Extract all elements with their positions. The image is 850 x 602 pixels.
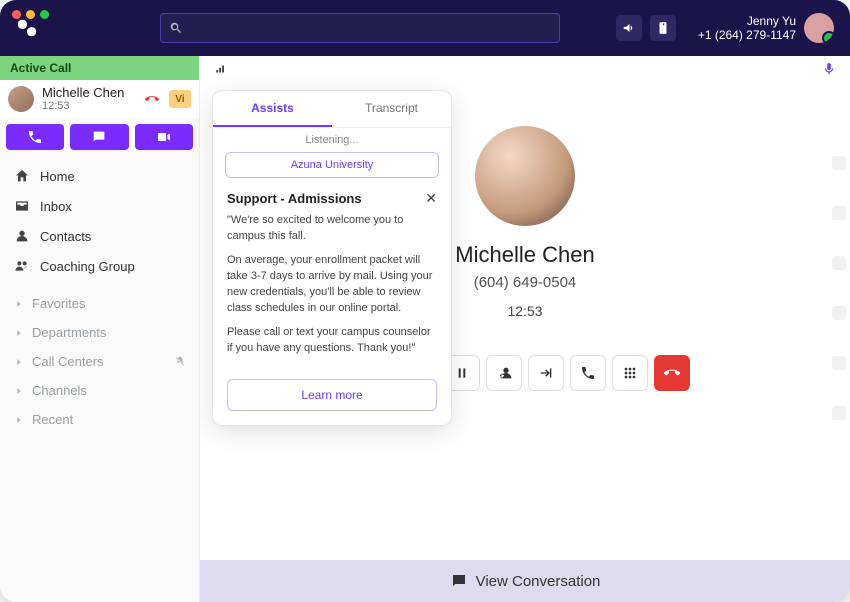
inbox-icon — [14, 198, 30, 214]
search-field[interactable] — [189, 21, 551, 36]
view-conversation-label: View Conversation — [476, 573, 601, 590]
contact-name: Michelle Chen — [455, 242, 594, 268]
bell-off-icon — [175, 354, 185, 369]
nav-label: Contacts — [40, 229, 91, 244]
nav-label: Home — [40, 169, 75, 184]
video-icon — [156, 129, 172, 145]
current-user-phone: +1 (264) 279-1147 — [698, 28, 796, 42]
home-icon — [14, 168, 30, 184]
megaphone-icon — [622, 21, 636, 35]
transfer-icon — [580, 365, 596, 381]
active-call-timer: 12:53 — [42, 100, 135, 112]
main-panel: Assists Transcript Listening... Azuna Un… — [200, 56, 850, 602]
add-participant-button[interactable] — [486, 355, 522, 391]
assist-card-body: "We're so excited to welcome you to camp… — [213, 207, 451, 371]
new-message-button[interactable] — [70, 124, 128, 150]
current-user-avatar[interactable] — [804, 13, 834, 43]
clipboard-icon — [656, 21, 670, 35]
hangup-icon — [145, 92, 159, 106]
group-call-centers[interactable]: Call Centers — [6, 348, 193, 375]
active-call-row[interactable]: Michelle Chen 12:53 Vi — [0, 80, 199, 118]
group-label: Recent — [32, 412, 73, 427]
assist-listening-status: Listening... — [213, 134, 451, 146]
topbar: Jenny Yu +1 (264) 279-1147 — [0, 0, 850, 56]
app-logo-icon — [16, 17, 38, 39]
active-call-avatar — [8, 86, 34, 112]
assist-paragraph: Please call or text your campus counselo… — [227, 325, 437, 357]
right-rail-placeholders — [832, 156, 846, 420]
hangup-button[interactable] — [654, 355, 690, 391]
group-label: Call Centers — [32, 354, 104, 369]
announcements-button[interactable] — [616, 15, 642, 41]
assist-panel: Assists Transcript Listening... Azuna Un… — [212, 90, 452, 426]
window-traffic-lights — [4, 4, 49, 14]
assist-paragraph: "We're so excited to welcome you to camp… — [227, 213, 437, 245]
assist-card-title: Support - Admissions — [227, 191, 425, 206]
tab-transcript[interactable]: Transcript — [332, 91, 451, 127]
nav-inbox[interactable]: Inbox — [6, 192, 193, 220]
active-call-header: Active Call — [0, 56, 199, 80]
active-call-hangup-mini[interactable] — [143, 90, 161, 108]
nav-coaching-group[interactable]: Coaching Group — [6, 252, 193, 280]
voice-intelligence-badge[interactable]: Vi — [169, 90, 191, 108]
new-video-button[interactable] — [135, 124, 193, 150]
hangup-icon — [664, 365, 680, 381]
nav-contacts[interactable]: Contacts — [6, 222, 193, 250]
contacts-icon — [14, 228, 30, 244]
chevron-right-icon — [14, 357, 24, 367]
conversation-icon — [450, 572, 468, 590]
merge-icon — [538, 365, 554, 381]
assist-learn-more[interactable]: Learn more — [227, 379, 437, 411]
chevron-right-icon — [14, 299, 24, 309]
sidebar: Active Call Michelle Chen 12:53 Vi Home — [0, 56, 200, 602]
group-recent[interactable]: Recent — [6, 406, 193, 433]
merge-button[interactable] — [528, 355, 564, 391]
transfer-button[interactable] — [570, 355, 606, 391]
nav-label: Coaching Group — [40, 259, 135, 274]
nav-label: Inbox — [40, 199, 72, 214]
chevron-right-icon — [14, 415, 24, 425]
phone-icon — [27, 129, 43, 145]
tab-assists[interactable]: Assists — [213, 91, 332, 127]
group-label: Channels — [32, 383, 87, 398]
pause-icon — [454, 365, 470, 381]
group-departments[interactable]: Departments — [6, 319, 193, 346]
assist-card-close[interactable]: ✕ — [425, 190, 437, 207]
contact-phone: (604) 649-0504 — [474, 274, 577, 291]
search-icon — [169, 21, 183, 35]
dialpad-icon — [622, 365, 638, 381]
chevron-right-icon — [14, 386, 24, 396]
contact-avatar — [475, 126, 575, 226]
chat-icon — [91, 129, 107, 145]
search-input[interactable] — [160, 13, 560, 43]
chevron-right-icon — [14, 328, 24, 338]
new-call-button[interactable] — [6, 124, 64, 150]
voice-ai-toggle[interactable] — [822, 62, 836, 81]
view-conversation-bar[interactable]: View Conversation — [200, 560, 850, 602]
current-user-name: Jenny Yu — [698, 14, 796, 28]
call-timer: 12:53 — [507, 303, 542, 319]
current-user[interactable]: Jenny Yu +1 (264) 279-1147 — [698, 13, 834, 43]
nav-home[interactable]: Home — [6, 162, 193, 190]
signal-icon — [214, 62, 228, 81]
microphone-icon — [822, 62, 836, 76]
group-label: Favorites — [32, 296, 85, 311]
group-label: Departments — [32, 325, 106, 340]
notes-button[interactable] — [650, 15, 676, 41]
person-add-icon — [496, 365, 512, 381]
group-channels[interactable]: Channels — [6, 377, 193, 404]
dialpad-button[interactable] — [612, 355, 648, 391]
group-icon — [14, 258, 30, 274]
group-favorites[interactable]: Favorites — [6, 290, 193, 317]
assist-context-pill[interactable]: Azuna University — [225, 152, 439, 178]
assist-paragraph: On average, your enrollment packet will … — [227, 253, 437, 317]
active-call-name: Michelle Chen — [42, 86, 135, 100]
